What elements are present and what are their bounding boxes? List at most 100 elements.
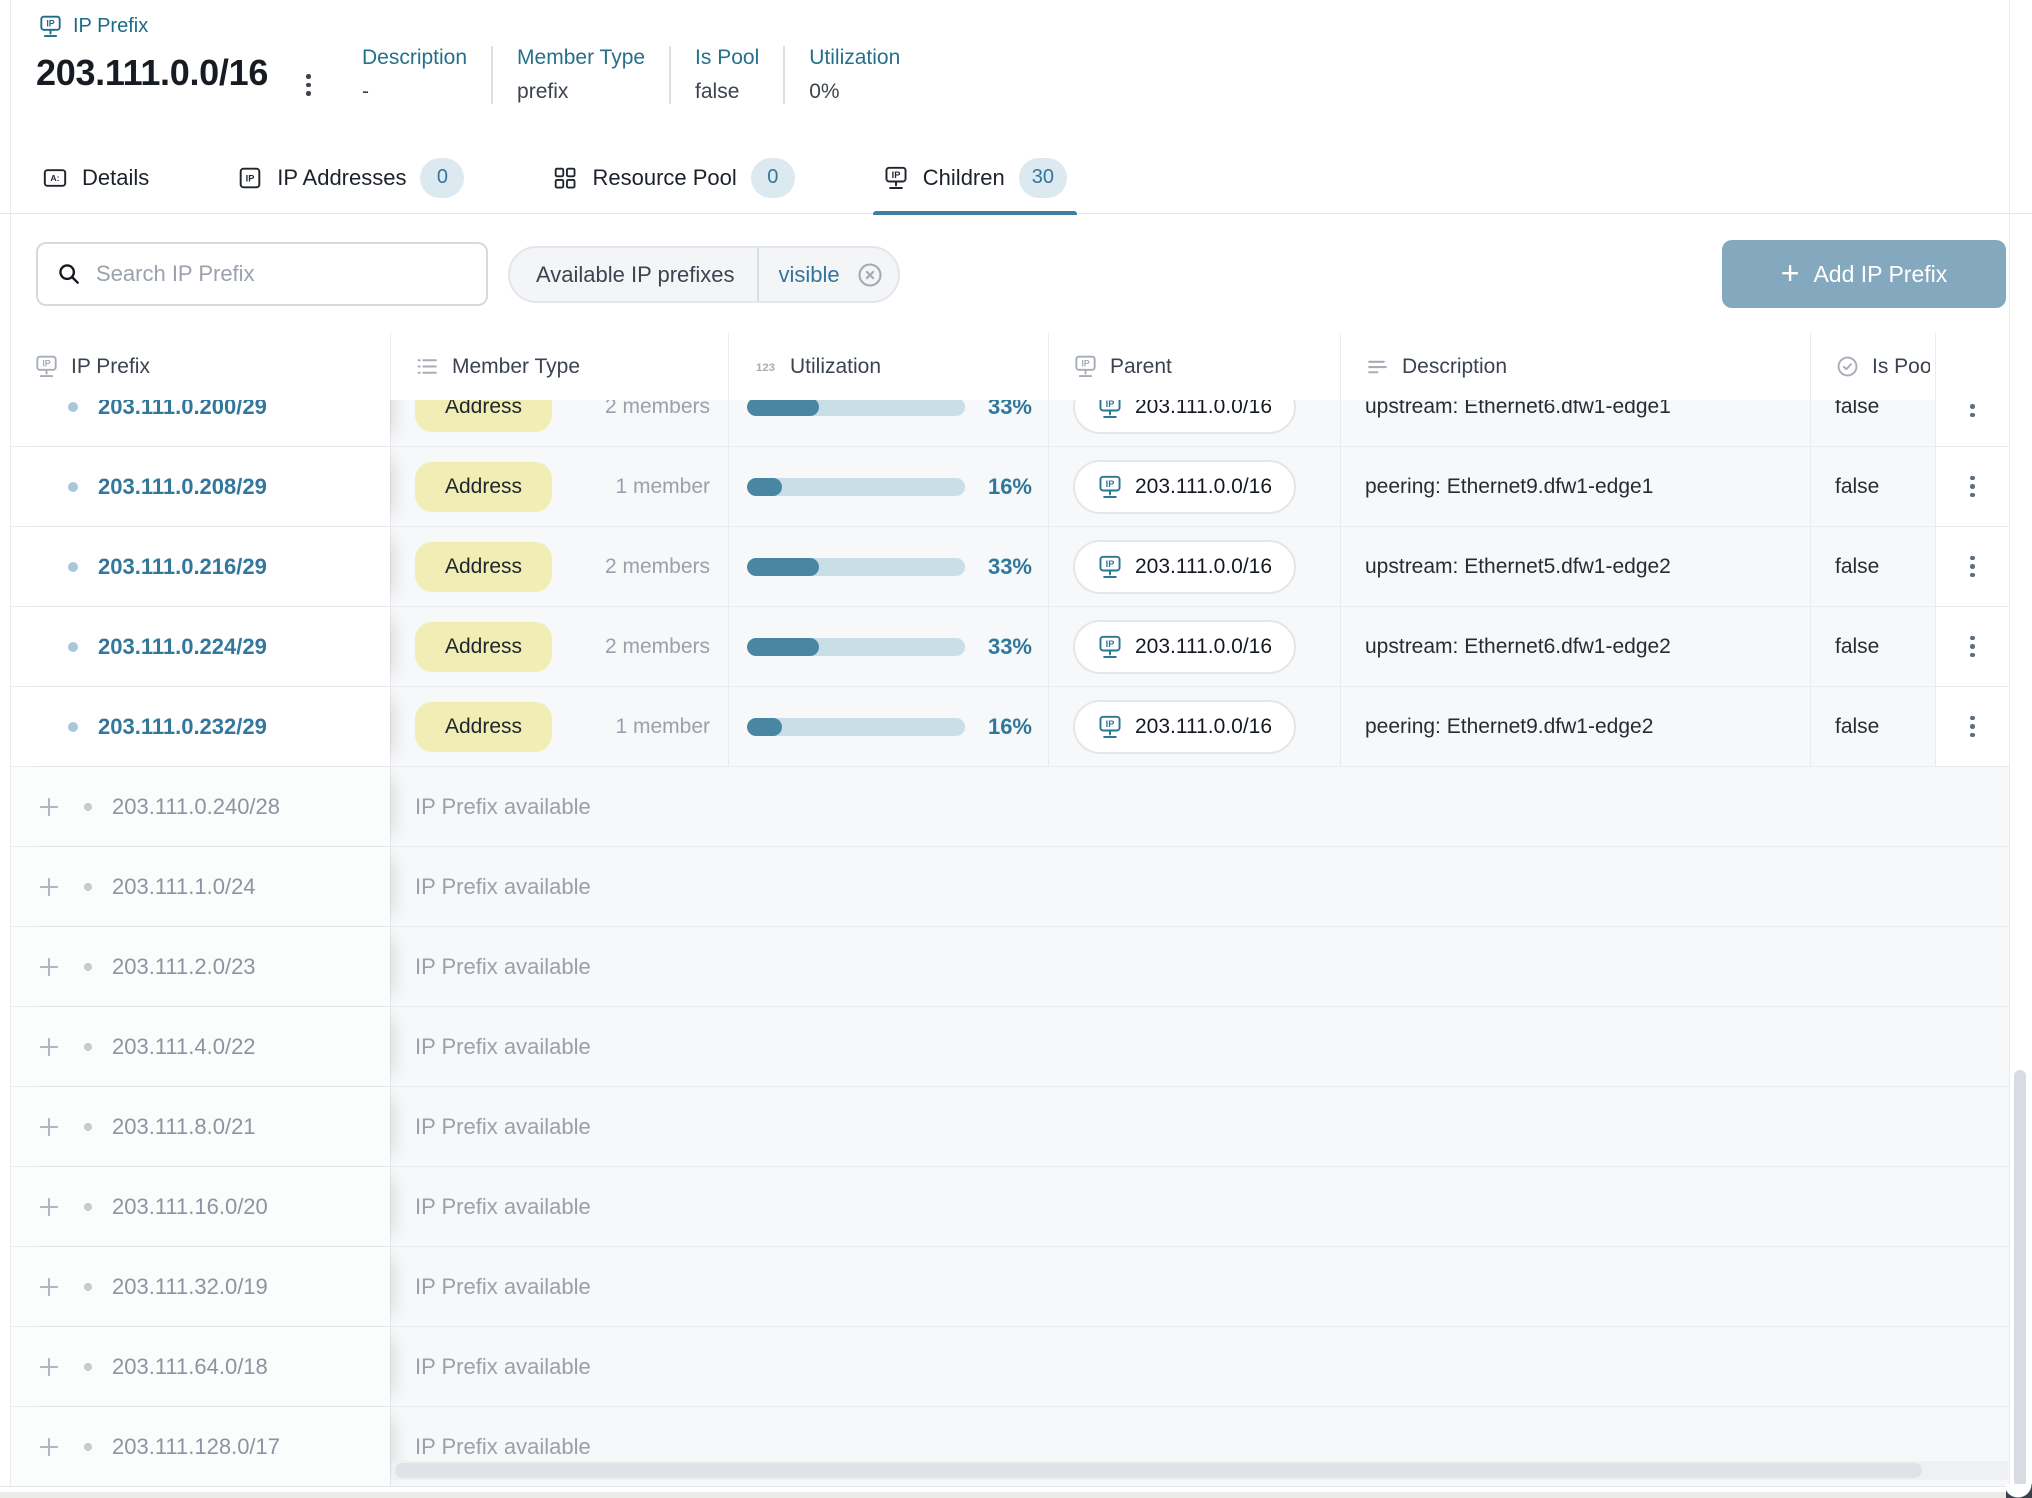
available-row: 203.111.2.0/23 IP Prefix available <box>10 927 2009 1007</box>
member-type-badge: Address <box>415 542 552 592</box>
title-menu-button[interactable] <box>306 74 311 96</box>
ip-prefix-icon <box>1097 554 1123 580</box>
horizontal-scrollbar[interactable] <box>395 1463 1922 1478</box>
add-child-prefix-button[interactable] <box>36 1034 62 1060</box>
page-title: 203.111.0.0/16 <box>36 52 268 94</box>
available-row: 203.111.16.0/20 IP Prefix available <box>10 1167 2009 1247</box>
search-input[interactable] <box>96 261 468 287</box>
parent-link[interactable]: 203.111.0.0/16 <box>1073 540 1296 594</box>
column-header-parent: Parent <box>1048 333 1340 400</box>
meta-label: Member Type <box>517 46 645 70</box>
row-menu-button[interactable] <box>1964 470 1981 504</box>
column-header-ip-prefix: IP Prefix <box>10 333 390 400</box>
meta-value: prefix <box>517 80 645 104</box>
vertical-scrollbar[interactable] <box>2014 1070 2026 1487</box>
column-header-actions <box>1935 333 2009 400</box>
member-type-badge: Address <box>415 462 552 512</box>
page-header: IP Prefix 203.111.0.0/16 Description - M… <box>0 0 2032 214</box>
available-label: IP Prefix available <box>415 1354 591 1380</box>
row-menu-button[interactable] <box>1964 710 1981 744</box>
parent-link[interactable]: 203.111.0.0/16 <box>1073 620 1296 674</box>
row-menu-button[interactable] <box>1964 550 1981 584</box>
column-header-is-pool: Is Pool <box>1810 333 1935 400</box>
meta-divider <box>491 46 493 104</box>
remove-filter-icon[interactable] <box>856 261 884 289</box>
row-bullet-icon <box>68 722 78 732</box>
is-pool-value: false <box>1835 555 1879 579</box>
available-prefix: 203.111.32.0/19 <box>112 1274 268 1300</box>
prefix-link[interactable]: 203.111.0.232/29 <box>98 714 267 740</box>
row-bullet-icon <box>84 1123 92 1131</box>
prefix-link[interactable]: 203.111.0.216/29 <box>98 554 267 580</box>
ip-prefix-icon <box>1097 634 1123 660</box>
search-icon <box>56 261 82 287</box>
breadcrumb[interactable]: IP Prefix <box>38 14 148 39</box>
is-pool-value: false <box>1835 715 1879 739</box>
available-label: IP Prefix available <box>415 1274 591 1300</box>
utilization-bar <box>747 478 965 496</box>
row-bullet-icon <box>68 642 78 652</box>
panel-left-edge <box>10 0 11 1487</box>
member-type-badge: Address <box>415 702 552 752</box>
ip-prefix-icon <box>1073 354 1098 379</box>
utilization-bar <box>747 718 965 736</box>
search-box <box>36 242 488 306</box>
filter-chip[interactable]: Available IP prefixes visible <box>508 246 900 303</box>
available-label: IP Prefix available <box>415 1034 591 1060</box>
utilization-value: 16% <box>965 714 1048 740</box>
utilization-value: 33% <box>965 554 1048 580</box>
meta-value: - <box>362 80 467 104</box>
parent-label: 203.111.0.0/16 <box>1135 475 1272 499</box>
number-123-icon <box>753 354 778 379</box>
grid-icon <box>552 165 578 191</box>
add-ip-prefix-button[interactable]: + Add IP Prefix <box>1722 240 2006 308</box>
chip-divider <box>757 248 759 301</box>
available-prefix: 203.111.16.0/20 <box>112 1194 268 1220</box>
parent-label: 203.111.0.0/16 <box>1135 555 1272 579</box>
filter-chip-label: Available IP prefixes <box>536 262 735 288</box>
utilization-value: 16% <box>965 474 1048 500</box>
window-corner <box>2006 1484 2032 1498</box>
row-bullet-icon <box>84 1443 92 1451</box>
tab-ip-addresses[interactable]: IP Addresses 0 <box>231 141 470 214</box>
utilization-bar <box>747 558 965 576</box>
window-bottom-strip <box>0 1492 2032 1498</box>
add-child-prefix-button[interactable] <box>36 794 62 820</box>
description-text: upstream: Ethernet5.dfw1-edge2 <box>1365 555 1671 579</box>
add-child-prefix-button[interactable] <box>36 1194 62 1220</box>
ip-prefix-icon <box>1097 714 1123 740</box>
add-child-prefix-button[interactable] <box>36 874 62 900</box>
table-row: 203.111.0.208/29 Address 1 member 16% 20… <box>10 447 2009 527</box>
meta-label: Utilization <box>809 46 900 70</box>
prefix-link[interactable]: 203.111.0.208/29 <box>98 474 267 500</box>
add-child-prefix-button[interactable] <box>36 1354 62 1380</box>
tab-details[interactable]: Details <box>36 141 155 214</box>
member-type-badge: Address <box>415 622 552 672</box>
tab-count-badge: 0 <box>420 158 464 198</box>
add-child-prefix-button[interactable] <box>36 1274 62 1300</box>
utilization-bar <box>747 398 965 416</box>
row-bullet-icon <box>84 1203 92 1211</box>
prefix-link[interactable]: 203.111.0.224/29 <box>98 634 267 660</box>
meta-label: Is Pool <box>695 46 759 70</box>
parent-link[interactable]: 203.111.0.0/16 <box>1073 700 1296 754</box>
member-count: 2 members <box>605 555 710 579</box>
available-label: IP Prefix available <box>415 1434 591 1460</box>
meta-member-type: Member Type prefix <box>517 46 645 104</box>
tab-children[interactable]: Children 30 <box>877 141 1073 214</box>
available-label: IP Prefix available <box>415 1114 591 1140</box>
add-child-prefix-button[interactable] <box>36 1114 62 1140</box>
description-text: peering: Ethernet9.dfw1-edge1 <box>1365 475 1653 499</box>
tab-resource-pool[interactable]: Resource Pool 0 <box>546 141 800 214</box>
add-child-prefix-button[interactable] <box>36 954 62 980</box>
column-header-member-type: Member Type <box>390 333 728 400</box>
ip-box-icon <box>237 165 263 191</box>
add-child-prefix-button[interactable] <box>36 1434 62 1460</box>
row-menu-button[interactable] <box>1964 630 1981 664</box>
column-header-utilization: Utilization <box>728 333 1048 400</box>
description-text: peering: Ethernet9.dfw1-edge2 <box>1365 715 1653 739</box>
breadcrumb-label: IP Prefix <box>73 15 148 38</box>
parent-link[interactable]: 203.111.0.0/16 <box>1073 460 1296 514</box>
ip-prefix-icon <box>1097 474 1123 500</box>
available-row: 203.111.4.0/22 IP Prefix available <box>10 1007 2009 1087</box>
